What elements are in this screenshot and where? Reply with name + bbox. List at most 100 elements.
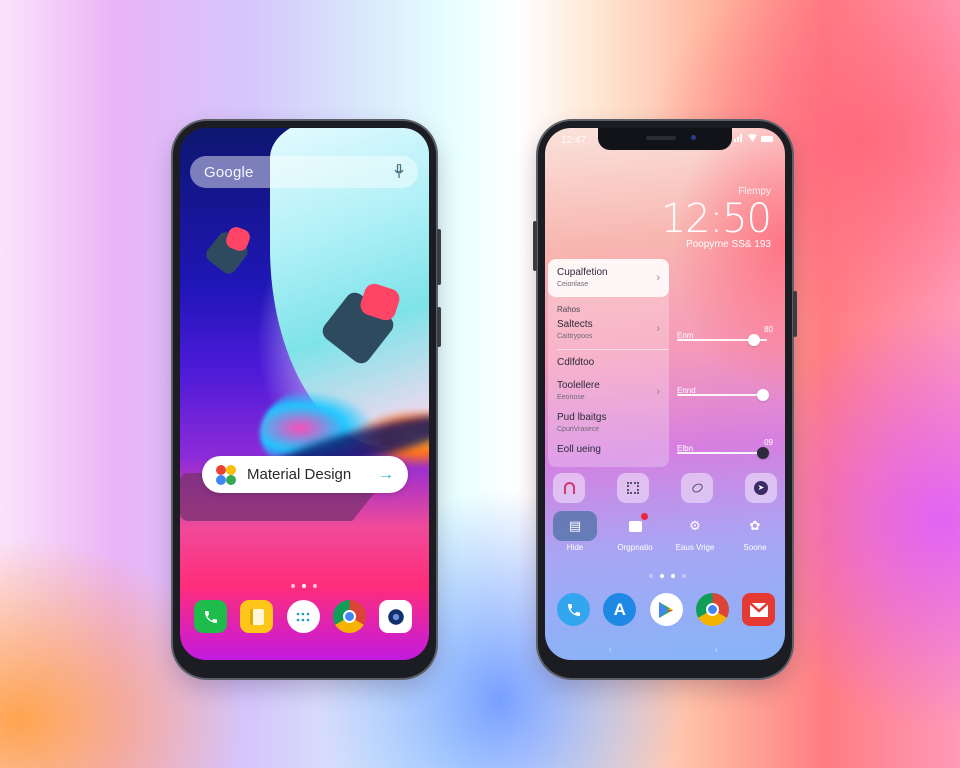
material-design-card[interactable]: Material Design →: [202, 456, 408, 493]
nav-back-icon[interactable]: ‹: [609, 645, 613, 654]
settings-icon: ✿: [749, 518, 761, 533]
slider-thumb[interactable]: [747, 334, 760, 346]
dock-app-camera[interactable]: [379, 600, 412, 633]
shortcut-label: Soone: [743, 543, 767, 552]
page-dot: [649, 574, 653, 578]
mic-icon[interactable]: [394, 162, 404, 181]
chevron-right-icon: ›: [656, 323, 660, 335]
shortcut-label: Eaus Vrige: [675, 543, 715, 552]
qs-item-title: Cdlfdtoo: [557, 357, 595, 368]
status-time: 12:47: [561, 135, 587, 146]
chevron-right-icon: ›: [656, 386, 660, 398]
google-search-bar[interactable]: Google: [190, 156, 418, 188]
qs-item-title: Pud lbaitgs: [557, 412, 607, 423]
right-phone: 12:47 Flempy 12:50 Poopyrne SS& 193 Cupa…: [533, 121, 797, 678]
lock-date: Poopyrne SS& 193: [685, 239, 771, 250]
compass-icon: ➤: [754, 481, 768, 495]
wallpaper-shape-small: [203, 224, 254, 277]
shortcut-organization[interactable]: Orgpnatio: [607, 511, 663, 552]
qs-item[interactable]: Toolellere Eeonose ›: [548, 380, 669, 404]
dock-app-phone[interactable]: [194, 600, 227, 633]
quick-tile[interactable]: ➤: [745, 473, 777, 503]
shortcut-label: Hide: [566, 543, 584, 552]
message-icon: [613, 511, 657, 541]
page-dot: [291, 584, 295, 588]
dock-app-gmail[interactable]: [742, 593, 775, 626]
gear-icon: ⚙: [689, 518, 701, 533]
dock-app-chrome[interactable]: [695, 593, 729, 626]
battery-icon: [761, 136, 773, 142]
slider-track[interactable]: [677, 452, 767, 454]
notes-icon: [249, 608, 264, 625]
dock-app-drawer[interactable]: [286, 600, 320, 633]
dock-app-chrome[interactable]: [332, 600, 366, 633]
qs-item-title: Saltects: [557, 319, 593, 330]
dock-app-play-store[interactable]: [649, 593, 683, 626]
shortcut-eaus[interactable]: ⚙ Eaus Vrige: [667, 511, 723, 552]
divider: [557, 349, 669, 350]
shortcut-hide[interactable]: ▤ Hide: [547, 511, 603, 552]
qs-item-title: Cupalfetion: [557, 267, 608, 278]
page-dot: [682, 574, 686, 578]
app-store-icon: A: [613, 599, 626, 619]
qs-item[interactable]: Pud lbaitgs CpuriVrasece: [548, 412, 669, 436]
slider-thumb[interactable]: [757, 447, 770, 459]
slider[interactable]: Elbn 09: [677, 438, 773, 459]
page-dot-active: [302, 584, 306, 588]
nav-recent-icon[interactable]: ‹: [715, 645, 719, 654]
qs-item[interactable]: Cupalfetion Ceionlase ›: [548, 259, 669, 297]
play-store-icon: [659, 601, 673, 618]
qs-section-label: Rahos: [557, 305, 581, 314]
phone-icon: [204, 610, 217, 623]
qs-item-subtitle: CpuriVrasece: [557, 426, 600, 433]
quick-tile[interactable]: [681, 473, 713, 503]
slider-track[interactable]: [677, 394, 767, 396]
dock-app-notes[interactable]: [240, 600, 274, 633]
notch: [598, 128, 732, 150]
qs-item-title: Toolellere: [557, 380, 600, 391]
volume-button: [437, 229, 441, 285]
leaf-icon: [690, 481, 704, 495]
power-button: [793, 291, 797, 337]
slider[interactable]: Ennd: [677, 380, 773, 401]
wallpaper-shape-large: [318, 281, 403, 368]
dock: A: [557, 593, 775, 626]
qs-item[interactable]: Rahos Saltects Caittrypoos ›: [548, 305, 669, 345]
lock-clock: 12:50: [660, 196, 772, 242]
gmail-icon: [748, 601, 769, 617]
slider[interactable]: Enm 80: [677, 325, 773, 346]
page-dot: [671, 574, 675, 578]
image-icon: ▤: [553, 511, 597, 541]
dock-app-store[interactable]: A: [603, 593, 637, 626]
quick-settings-panel: Cupalfetion Ceionlase › Rahos Saltects C…: [548, 259, 669, 467]
camera-icon: [387, 608, 404, 625]
phone-icon: [567, 603, 580, 616]
shortcut-soone[interactable]: ✿ Soone: [727, 511, 783, 552]
speaker: [646, 136, 676, 140]
notification-badge: [641, 513, 648, 520]
qs-item-title: Eoll ueing: [557, 444, 601, 455]
left-phone: Google Material Design →: [173, 121, 441, 678]
volume-button: [533, 221, 537, 271]
chrome-icon: [342, 610, 356, 623]
shortcut-row: ▤ Hide Orgpnatio ⚙ Eaus Vrige ✿ Soone: [547, 511, 783, 552]
qs-item[interactable]: Cdlfdtoo: [548, 357, 669, 373]
status-icons: [734, 134, 773, 142]
shortcut-label: Orgpnatio: [617, 543, 653, 552]
slider-value: 80: [764, 325, 773, 334]
arrow-right-icon[interactable]: →: [378, 466, 394, 484]
page-indicator: [649, 574, 686, 578]
quick-tile[interactable]: [617, 473, 649, 503]
slider-thumb[interactable]: [757, 389, 770, 401]
chevron-right-icon: ›: [656, 272, 660, 284]
arch-icon: [563, 482, 575, 494]
dock: [194, 600, 412, 636]
dock-app-phone[interactable]: [557, 593, 590, 626]
material-logo-icon: [216, 464, 236, 485]
page-indicator: [291, 584, 317, 588]
wifi-icon: [748, 134, 757, 142]
power-button: [437, 307, 441, 347]
qs-item[interactable]: Eoll ueing: [548, 444, 669, 460]
qr-icon: [627, 482, 639, 494]
quick-tile[interactable]: [553, 473, 585, 503]
